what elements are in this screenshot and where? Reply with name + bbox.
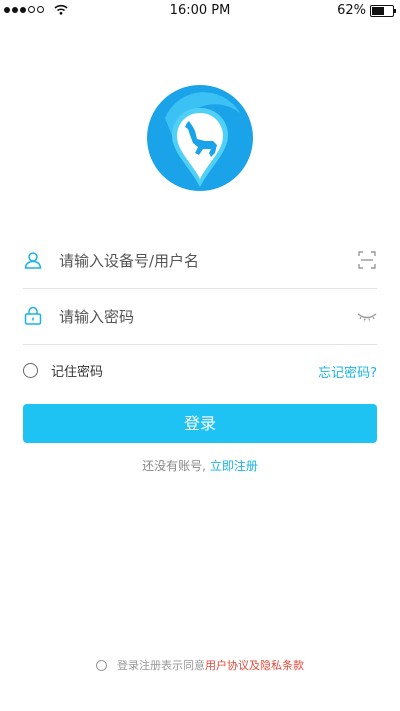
agreement-text: 登录注册表示同意	[117, 659, 205, 672]
user-icon	[24, 252, 42, 269]
agreement-row: 登录注册表示同意 用户协议及隐私条款	[0, 657, 400, 673]
agreement-radio[interactable]	[96, 659, 107, 671]
remember-password-label[interactable]: 记住密码	[51, 361, 103, 380]
password-field[interactable]: 请输入密码	[23, 288, 377, 345]
battery-icon	[370, 4, 396, 17]
login-button[interactable]: 登录	[23, 404, 377, 443]
eye-closed-icon[interactable]	[357, 306, 377, 326]
username-placeholder[interactable]: 请输入设备号/用户名	[59, 250, 199, 271]
forgot-password-link[interactable]: 忘记密码?	[318, 362, 377, 381]
password-placeholder[interactable]: 请输入密码	[59, 306, 134, 327]
scan-icon[interactable]	[357, 250, 377, 270]
battery-fill	[372, 6, 384, 15]
register-prompt-text: 还没有账号,	[142, 459, 206, 473]
app-logo	[147, 85, 253, 191]
battery-status: 62%	[337, 3, 396, 18]
username-field[interactable]: 请输入设备号/用户名	[23, 232, 377, 289]
register-link[interactable]: 立即注册	[210, 459, 258, 473]
agreement-link[interactable]: 用户协议及隐私条款	[205, 657, 304, 673]
remember-password-toggle[interactable]: 记住密码	[23, 360, 103, 380]
status-bar: 16:00 PM 62%	[0, 0, 400, 22]
lock-icon	[24, 306, 42, 325]
battery-percent: 62%	[337, 3, 366, 18]
battery-cap	[394, 8, 396, 13]
remember-password-radio[interactable]	[23, 362, 38, 378]
register-prompt: 还没有账号, 立即注册	[0, 457, 400, 474]
